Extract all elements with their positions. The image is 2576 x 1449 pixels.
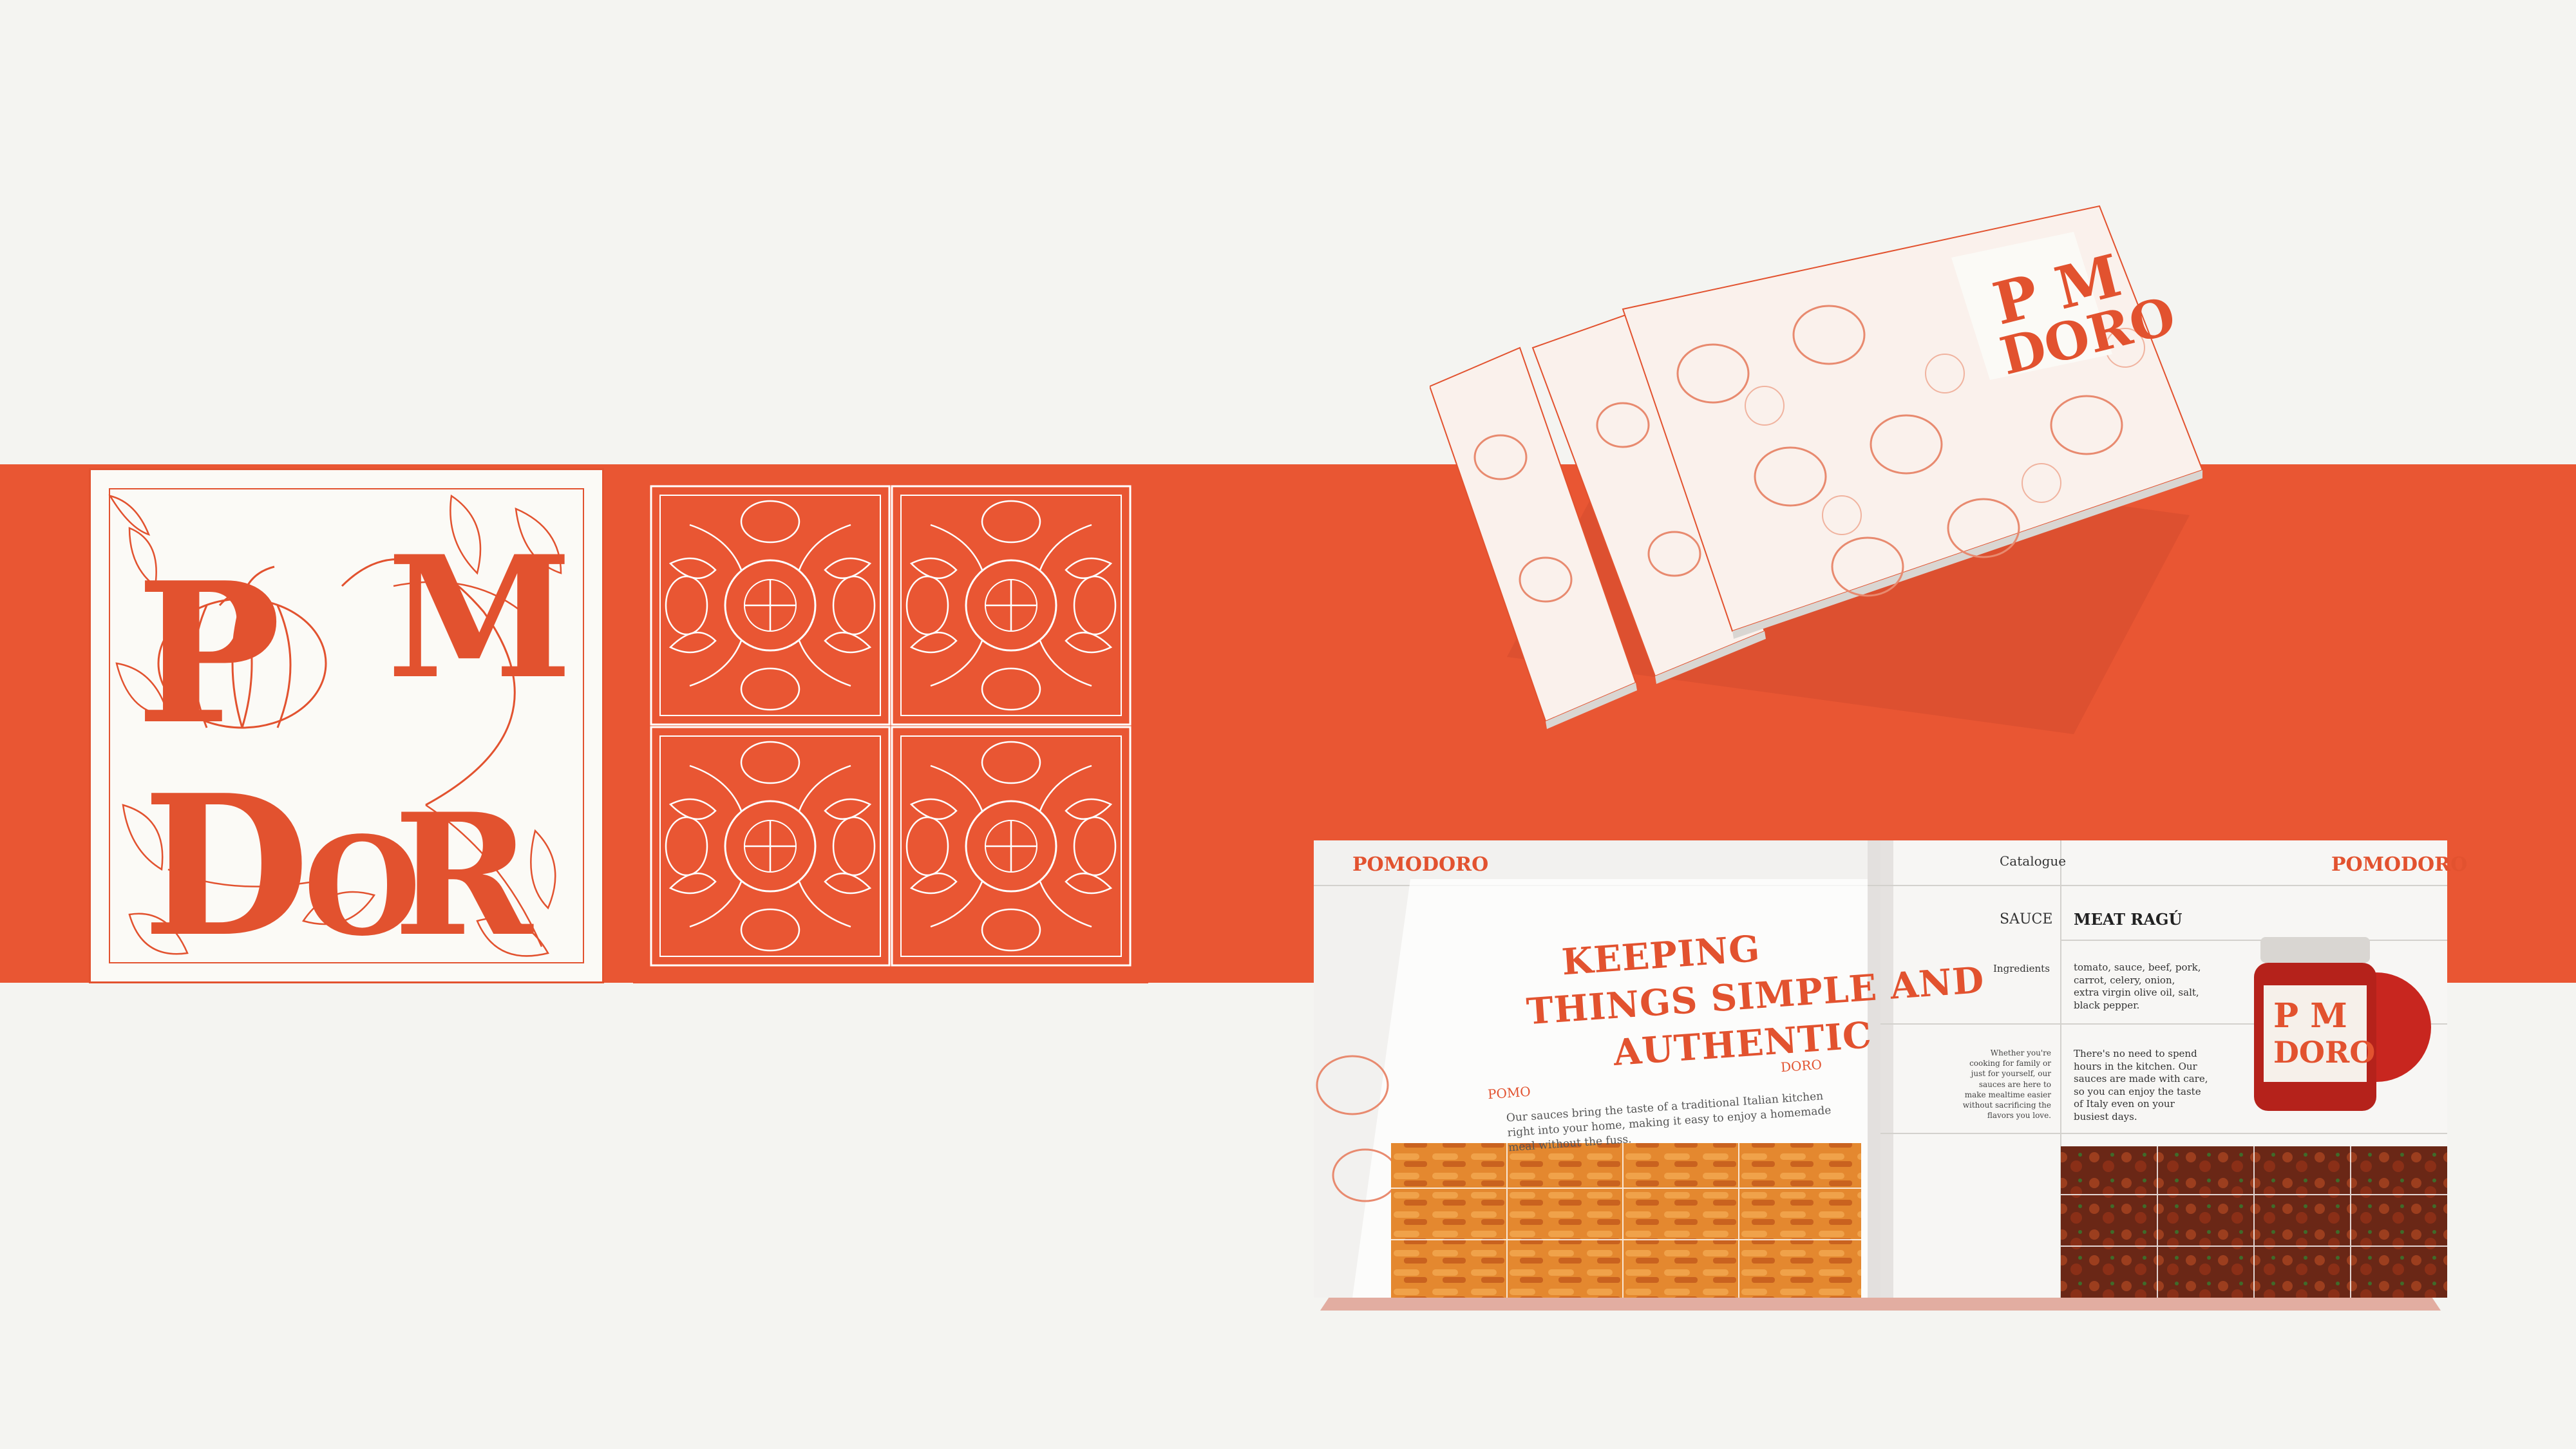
tile-pattern	[650, 485, 1132, 967]
spread-wordmark-right: POMODORO	[2331, 853, 2468, 876]
tag-doro: DORO	[1780, 1056, 1823, 1075]
tag-pomo: POMO	[1487, 1083, 1531, 1103]
logo-letter-p: P	[136, 540, 281, 767]
spread-wordmark-left: POMODORO	[1352, 853, 1489, 876]
jar-logo-pm: P M	[2273, 996, 2347, 1036]
jar-logo-doro: DORO	[2273, 1035, 2375, 1070]
ingredients-label: Ingredients	[1993, 963, 2050, 974]
tile-pattern-card	[633, 468, 1148, 983]
logo-card: P M D O R	[89, 468, 604, 983]
pomodoro-logo: P M D O R	[108, 494, 573, 980]
brochure-spread: P M DORO POMODORO POMODORO KEEPING THING…	[1314, 840, 2467, 1311]
logo-letter-m: M	[387, 520, 573, 716]
logo-letter-r: R	[393, 777, 535, 974]
category-label: SAUCE	[2000, 911, 2053, 927]
right-note: There's no need to spend hours in the ki…	[2074, 1048, 2208, 1122]
logo-letter-d: D	[142, 752, 310, 980]
book-stack-mockup: P M DORO	[1428, 180, 2204, 734]
left-note: Whether you're cooking for family or jus…	[1962, 1048, 2051, 1121]
product-name: MEAT RAGÚ	[2074, 910, 2183, 929]
catalogue-label: Catalogue	[2000, 853, 2067, 869]
ingredients-text: tomato, sauce, beef, pork, carrot, celer…	[2074, 961, 2201, 1011]
